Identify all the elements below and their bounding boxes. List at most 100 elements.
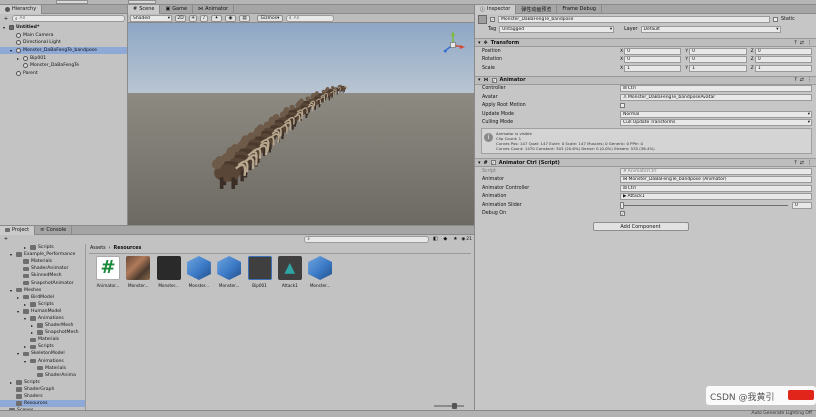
component-enabled-checkbox[interactable]: ✓ — [491, 77, 497, 83]
active-checkbox[interactable]: ✓ — [490, 17, 495, 22]
favorite-star-icon[interactable]: ★ — [451, 236, 459, 243]
more-menu-icon[interactable]: ⋮ — [807, 40, 812, 46]
asset-item[interactable]: Monster... — [307, 256, 333, 288]
axis-label[interactable]: Y — [685, 49, 688, 54]
foldout-arrow-icon[interactable]: ▾ — [478, 40, 481, 46]
more-menu-icon[interactable]: ⋮ — [807, 160, 812, 166]
transform-x-field[interactable]: 1 — [624, 64, 682, 72]
tab-spring-preview[interactable]: 弹性动画预览 — [516, 4, 558, 14]
foldout-arrow-icon[interactable]: ▾ — [478, 160, 481, 166]
foldout-arrow-icon[interactable]: ▾ — [17, 309, 21, 314]
effects-toggle[interactable]: ✦ — [211, 14, 222, 22]
ctrl-controller-object-field[interactable]: ⊟ Ctrl — [620, 184, 812, 192]
add-object-button[interactable]: + — [2, 15, 10, 22]
ctrl-animation-object-field[interactable]: ▶ Attack1 — [620, 193, 812, 201]
lighting-toggle[interactable]: ☀ — [189, 14, 197, 22]
add-component-button[interactable]: Add Component — [592, 222, 689, 231]
asset-item[interactable]: # Animator... — [95, 256, 121, 288]
tab-frame-debug[interactable]: Frame Debug — [557, 4, 602, 14]
slider-handle[interactable] — [620, 201, 624, 209]
folder-tree-item[interactable]: ▸ SnapshotMesh — [0, 329, 85, 336]
transform-component-header[interactable]: ▾ ✥ Transform ? ⇄ ⋮ — [475, 38, 816, 47]
hierarchy-item[interactable]: ▾ Untitled* — [0, 24, 127, 32]
tab-animator[interactable]: ⋈ Animator — [193, 4, 235, 14]
gizmos-dropdown[interactable]: Gizmos ▾ — [257, 14, 283, 22]
foldout-arrow-icon[interactable]: ▸ — [17, 295, 21, 300]
object-name-field[interactable]: Monster_DaBaFengTe_bandpose — [498, 16, 770, 23]
shading-mode-dropdown[interactable]: Shaded ▾ — [130, 14, 172, 22]
ctrl-animator-object-field[interactable]: ⋈ Monster_DaBaFengTe_bandpose (Animator) — [620, 176, 812, 184]
folder-tree-item[interactable]: SnapshotAnimator — [0, 279, 85, 286]
toolbar-button-right[interactable] — [128, 0, 156, 4]
folder-tree-item[interactable]: ▾ SkeletonModel — [0, 350, 85, 357]
transform-z-field[interactable]: 0 — [754, 56, 812, 64]
hierarchy-item[interactable]: ▸ Bip001 — [0, 54, 127, 62]
update-mode-dropdown[interactable]: Normal ▾ — [620, 110, 812, 118]
asset-item[interactable]: ▲ Attack1 — [277, 256, 303, 288]
hierarchy-item[interactable]: Parent — [0, 70, 127, 78]
folder-tree-item[interactable]: Materials — [0, 258, 85, 265]
project-search-input[interactable]: ⌕ — [304, 235, 430, 243]
folder-tree-item[interactable]: Materials — [0, 365, 85, 372]
transform-y-field[interactable]: 1 — [689, 64, 747, 72]
folder-tree-item[interactable]: ▸ BirdModel — [0, 294, 85, 301]
transform-z-field[interactable]: 0 — [754, 47, 812, 55]
folder-tree-item[interactable]: SkinnedMesh — [0, 272, 85, 279]
folder-tree-item[interactable]: ▾ Animations — [0, 315, 85, 322]
foldout-arrow-icon[interactable]: ▾ — [10, 252, 14, 257]
preset-icon[interactable]: ⇄ — [800, 40, 804, 46]
scene-camera-button[interactable]: ▤ — [239, 14, 250, 22]
culling-mode-dropdown[interactable]: Cull Update Transforms ▾ — [620, 119, 812, 127]
filter-label-icon[interactable]: ◆ — [441, 236, 449, 243]
controller-object-field[interactable]: ⊟ Ctrl — [620, 85, 812, 93]
debug-on-checkbox[interactable]: ✓ — [620, 211, 625, 217]
tab-game[interactable]: ▣ Game — [160, 4, 194, 14]
asset-item[interactable]: Monster... — [186, 256, 212, 288]
zoom-slider-handle[interactable] — [452, 403, 457, 409]
preset-icon[interactable]: ⇄ — [800, 160, 804, 166]
animator-component-header[interactable]: ▾ ⋈ ✓ Animator ? ⇄ ⋮ — [475, 75, 816, 85]
scene-viewport[interactable] — [128, 23, 474, 225]
folder-tree-item[interactable]: Shaders — [0, 393, 85, 400]
tab-project[interactable]: Project — [0, 225, 36, 235]
folder-tree-item[interactable]: ▾ Animations — [0, 358, 85, 365]
hidden-objects-toggle[interactable]: ◉ — [225, 14, 236, 22]
static-checkbox[interactable] — [773, 17, 778, 22]
axis-label[interactable]: X — [620, 57, 623, 62]
create-asset-button[interactable]: + — [2, 236, 10, 243]
axis-label[interactable]: Y — [685, 66, 688, 71]
axis-label[interactable]: X — [620, 66, 623, 71]
folder-tree-item[interactable]: ▸ Scripts — [0, 301, 85, 308]
asset-item[interactable]: Monster... — [216, 256, 242, 288]
folder-tree-item[interactable]: ▸ Scripts — [0, 244, 85, 251]
animator-ctrl-component-header[interactable]: ▾ # ✓ Animator Ctrl (Script) ? ⇄ ⋮ — [475, 158, 816, 167]
more-menu-icon[interactable]: ⋮ — [807, 77, 812, 83]
foldout-arrow-icon[interactable]: ▾ — [24, 316, 28, 321]
foldout-arrow-icon[interactable]: ▸ — [24, 302, 28, 307]
asset-item[interactable]: Monster... — [156, 256, 182, 288]
breadcrumb-root[interactable]: Assets — [90, 246, 106, 251]
axis-label[interactable]: Z — [751, 49, 754, 54]
hierarchy-item[interactable]: Main Camera — [0, 32, 127, 40]
tab-inspector[interactable]: ⓘ Inspector — [475, 4, 517, 14]
transform-z-field[interactable]: 1 — [754, 64, 812, 72]
audio-toggle[interactable]: ♪ — [200, 14, 208, 22]
transform-x-field[interactable]: 0 — [624, 56, 682, 64]
folder-tree-item[interactable]: ▾ HumanModel — [0, 308, 85, 315]
tab-scene[interactable]: # Scene — [128, 4, 161, 14]
folder-tree-item[interactable]: ShaderAnima — [0, 372, 85, 379]
tag-dropdown[interactable]: Untagged ▾ — [499, 26, 615, 33]
animation-slider[interactable] — [620, 201, 788, 209]
folder-tree-item[interactable]: ▾ Meshes — [0, 287, 85, 294]
filter-type-icon[interactable]: ◧ — [431, 236, 439, 243]
transform-x-field[interactable]: 0 — [624, 47, 682, 55]
axis-label[interactable]: X — [620, 49, 623, 54]
folder-tree-item[interactable]: Resources — [0, 400, 85, 408]
preset-icon[interactable]: ⇄ — [800, 77, 804, 83]
transform-y-field[interactable]: 0 — [689, 56, 747, 64]
breadcrumb-leaf[interactable]: Resources — [114, 246, 142, 251]
asset-item[interactable]: Bip001 — [247, 256, 273, 288]
hierarchy-item[interactable]: Monster_DaBaFengTe — [0, 62, 127, 70]
toolbar-button-left[interactable] — [56, 0, 88, 4]
foldout-arrow-icon[interactable]: ▾ — [3, 25, 7, 30]
